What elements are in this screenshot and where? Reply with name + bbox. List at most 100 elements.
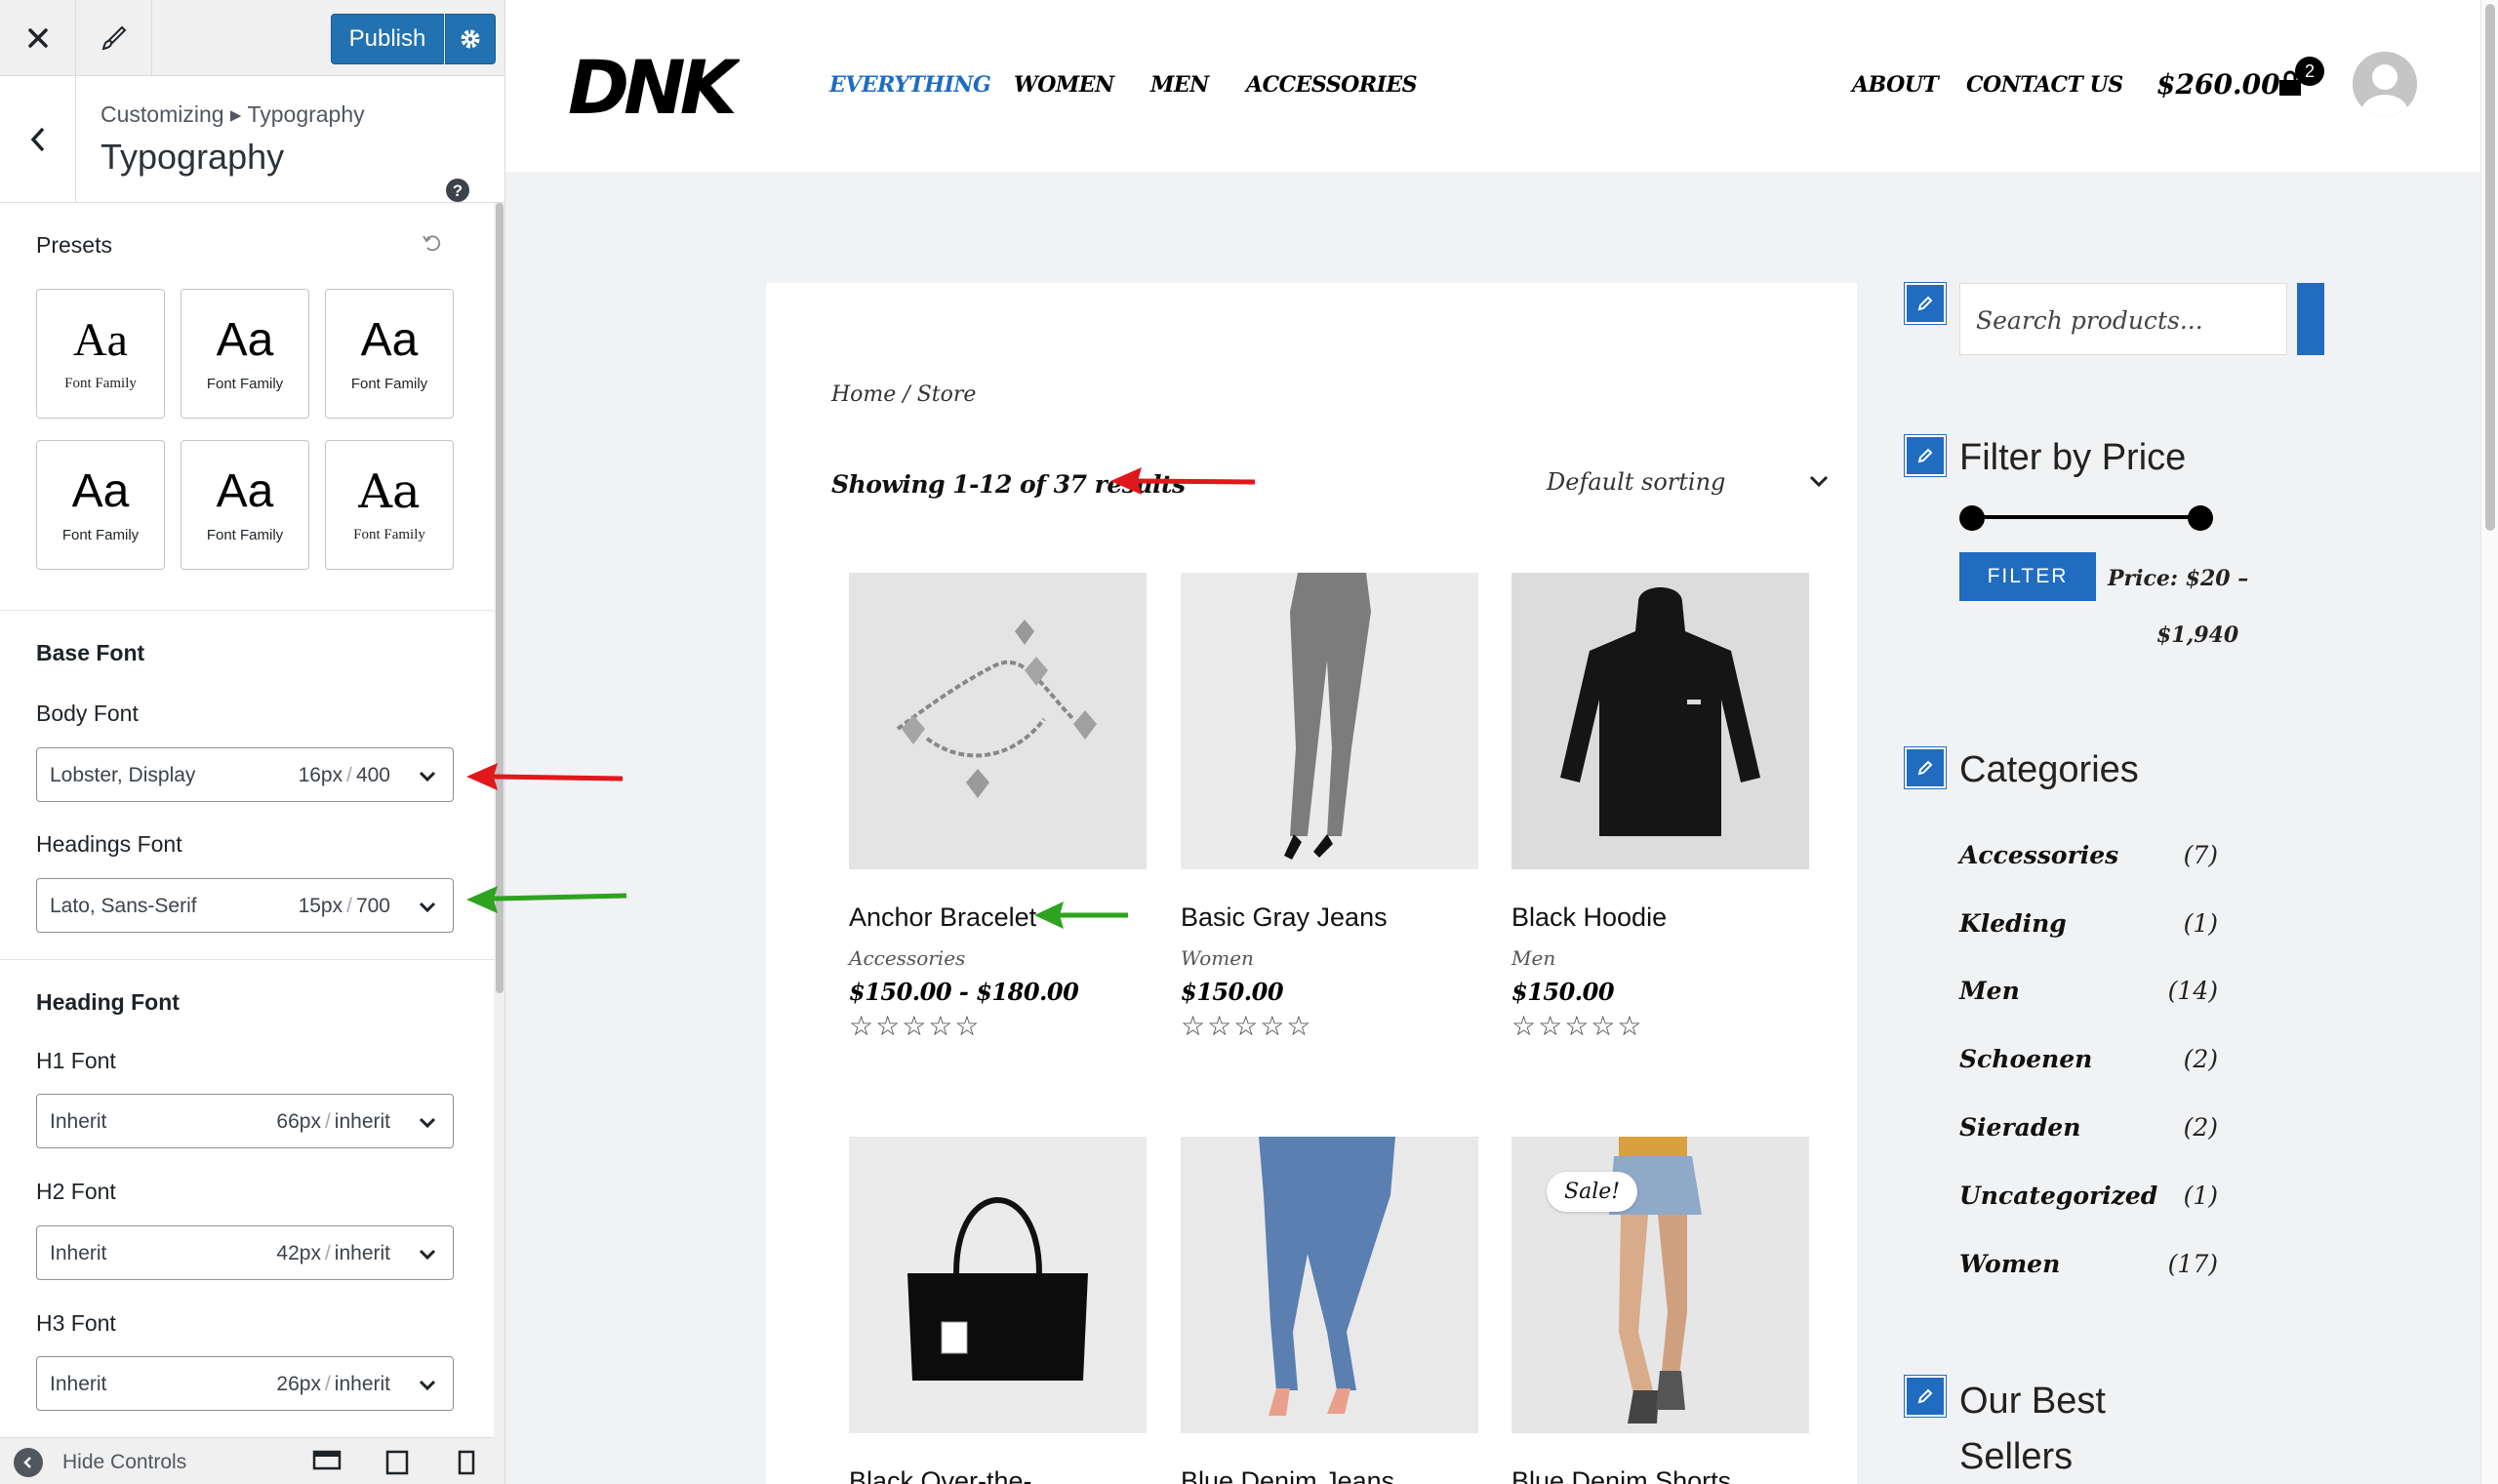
- font-family-value: Inherit: [50, 1110, 107, 1133]
- category-item[interactable]: Kleding (1): [1959, 909, 2218, 938]
- h1-font-label: H1 Font: [36, 1048, 116, 1073]
- headings-font-select[interactable]: Lato, Sans-Serif 15px/700: [36, 878, 454, 933]
- body-font-label: Body Font: [36, 701, 139, 726]
- product-name[interactable]: Black Over-the-: [849, 1466, 1147, 1484]
- product-card[interactable]: Black Over-the-: [849, 1137, 1147, 1484]
- font-family-value: Inherit: [50, 1373, 107, 1395]
- preset-card[interactable]: Aa Font Family: [181, 289, 309, 419]
- publish-settings-gear-icon[interactable]: [445, 14, 496, 64]
- cart-count-badge: 2: [2295, 57, 2324, 86]
- preset-card[interactable]: Aa Font Family: [325, 440, 454, 570]
- product-name[interactable]: Blue Denim Shorts: [1511, 1466, 1809, 1484]
- reset-icon[interactable]: [422, 232, 443, 259]
- category-item[interactable]: Schoenen (2): [1959, 1045, 2218, 1073]
- green-annotation-arrow: [1034, 902, 1128, 929]
- tablet-preview-icon[interactable]: [384, 1450, 410, 1480]
- slider-track: [1971, 515, 2201, 519]
- product-name[interactable]: Blue Denim Jeans: [1181, 1466, 1478, 1484]
- product-image[interactable]: [849, 573, 1147, 869]
- edit-pencil-icon[interactable]: [1905, 1376, 1946, 1417]
- product-name[interactable]: Black Hoodie: [1511, 902, 1809, 933]
- product-image[interactable]: [1511, 573, 1809, 869]
- sort-value: Default sorting: [1547, 468, 1726, 496]
- preset-card[interactable]: Aa Font Family: [36, 289, 165, 419]
- h3-font-select[interactable]: Inherit 26px / inherit: [36, 1356, 454, 1411]
- nav-women[interactable]: WOMEN: [1014, 72, 1114, 98]
- preset-sample: Aa: [358, 464, 421, 519]
- hide-controls-button[interactable]: Hide Controls: [14, 1448, 186, 1477]
- preset-sample: Aa: [216, 314, 274, 366]
- product-image[interactable]: Sale!: [1511, 1137, 1809, 1433]
- preset-card[interactable]: Aa Font Family: [325, 289, 454, 419]
- back-chevron-icon[interactable]: [0, 76, 76, 203]
- close-icon[interactable]: [0, 0, 76, 76]
- product-image[interactable]: [1181, 573, 1478, 869]
- shop-content-card: Home / Store Showing 1-12 of 37 results …: [766, 283, 1857, 1484]
- nav-everything[interactable]: EVERYTHING: [829, 72, 991, 98]
- base-font-heading: Base Font: [36, 640, 145, 665]
- product-category[interactable]: Men: [1511, 946, 1809, 970]
- customizer-footer: Hide Controls: [0, 1437, 494, 1484]
- green-annotation-arrow: [466, 886, 627, 913]
- publish-button[interactable]: Publish: [331, 14, 444, 64]
- product-category[interactable]: Women: [1181, 946, 1478, 970]
- preset-card[interactable]: Aa Font Family: [36, 440, 165, 570]
- product-name[interactable]: Basic Gray Jeans: [1181, 902, 1478, 933]
- edit-pencil-icon[interactable]: [1905, 747, 1946, 788]
- category-item[interactable]: Women (17): [1959, 1250, 2218, 1278]
- chevron-down-icon: [1808, 474, 1830, 493]
- preview-scrollbar[interactable]: [2480, 0, 2498, 1484]
- brush-icon[interactable]: [76, 0, 152, 76]
- product-card[interactable]: Blue Denim Jeans: [1181, 1137, 1478, 1484]
- scrollbar-thumb[interactable]: [2485, 4, 2495, 531]
- cart-total[interactable]: $260.00: [2156, 68, 2280, 100]
- categories-title: Categories: [1959, 749, 2139, 790]
- customizer-scrollbar[interactable]: [494, 203, 504, 1437]
- category-item[interactable]: Accessories (7): [1959, 841, 2218, 869]
- h2-font-select[interactable]: Inherit 42px / inherit: [36, 1225, 454, 1280]
- product-image[interactable]: [1181, 1137, 1478, 1433]
- product-card[interactable]: Anchor Bracelet Accessories $150.00 - $1…: [849, 573, 1147, 1042]
- divider: [0, 959, 494, 960]
- search-input[interactable]: [1960, 284, 2288, 356]
- mobile-preview-icon[interactable]: [457, 1450, 476, 1480]
- desktop-preview-icon[interactable]: [312, 1450, 342, 1480]
- price-slider[interactable]: [1959, 505, 2213, 531]
- product-search: [1959, 283, 2288, 356]
- product-card[interactable]: Basic Gray Jeans Women $150.00 ☆☆☆☆☆: [1181, 573, 1478, 1042]
- slider-max-handle[interactable]: [2188, 505, 2213, 531]
- filter-button[interactable]: FILTER: [1959, 552, 2096, 601]
- chevron-down-icon: [418, 1244, 437, 1267]
- preset-label: Font Family: [353, 527, 425, 542]
- h3-font-label: H3 Font: [36, 1310, 116, 1336]
- preset-label: Font Family: [61, 527, 140, 543]
- nav-contact-us[interactable]: CONTACT US: [1966, 72, 2123, 98]
- sort-select[interactable]: Default sorting: [1547, 459, 1839, 507]
- nav-accessories[interactable]: ACCESSORIES: [1246, 72, 1418, 98]
- category-item[interactable]: Men (14): [1959, 977, 2218, 1005]
- category-item[interactable]: Sieraden (2): [1959, 1113, 2218, 1142]
- avatar[interactable]: [2353, 52, 2417, 116]
- shop-breadcrumb[interactable]: Home / Store: [831, 382, 976, 407]
- search-submit-button[interactable]: [2297, 283, 2324, 355]
- slider-min-handle[interactable]: [1959, 505, 1985, 531]
- chevron-down-icon: [418, 766, 437, 789]
- category-item[interactable]: Uncategorized (1): [1959, 1182, 2218, 1210]
- product-card[interactable]: Sale! Blue Denim Shorts: [1511, 1137, 1809, 1484]
- body-font-select[interactable]: Lobster, Display 16px/400: [36, 747, 454, 802]
- edit-pencil-icon[interactable]: [1905, 435, 1946, 476]
- price-range-label: Price: $20 –: [2108, 566, 2249, 591]
- preset-card[interactable]: Aa Font Family: [181, 440, 309, 570]
- site-logo[interactable]: DNK: [564, 44, 748, 131]
- best-sellers-title: Our Best: [1959, 1381, 2106, 1422]
- product-image[interactable]: [849, 1137, 1147, 1433]
- scrollbar-thumb[interactable]: [496, 203, 504, 993]
- product-category[interactable]: Accessories: [849, 946, 1147, 970]
- edit-pencil-icon[interactable]: [1905, 283, 1946, 324]
- h1-font-select[interactable]: Inherit 66px / inherit: [36, 1094, 454, 1148]
- product-card[interactable]: Black Hoodie Men $150.00 ☆☆☆☆☆: [1511, 573, 1809, 1042]
- preset-label: Font Family: [206, 376, 284, 392]
- nav-about[interactable]: ABOUT: [1852, 72, 1939, 98]
- svg-text:DNK: DNK: [568, 49, 740, 123]
- nav-men[interactable]: MEN: [1150, 72, 1209, 98]
